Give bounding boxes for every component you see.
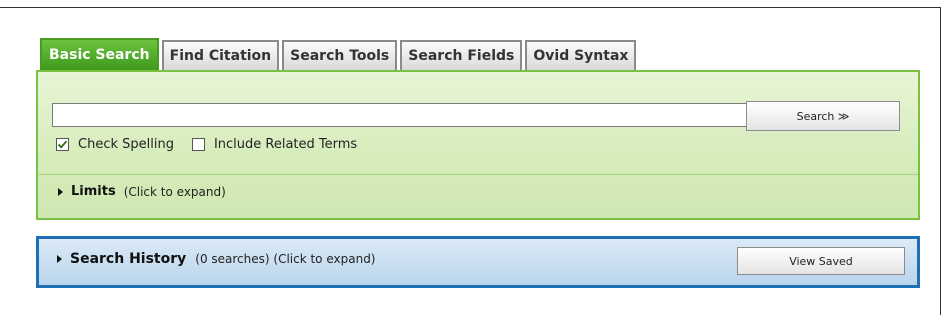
search-tabs: Basic Search Find Citation Search Tools … — [40, 38, 637, 70]
tab-search-tools[interactable]: Search Tools — [282, 40, 398, 70]
check-spelling-checkbox[interactable] — [56, 138, 69, 151]
expand-triangle-icon — [57, 255, 62, 263]
include-related-terms-label: Include Related Terms — [213, 137, 358, 152]
search-options: Check Spelling Include Related Terms — [56, 137, 375, 152]
panel-divider — [38, 174, 918, 175]
search-history-hint: (0 searches) (Click to expand) — [195, 252, 376, 266]
search-input[interactable] — [52, 103, 776, 127]
tab-ovid-syntax[interactable]: Ovid Syntax — [525, 40, 637, 70]
include-related-terms-checkbox[interactable] — [191, 138, 205, 151]
search-history-toggle[interactable]: Search History (0 searches) (Click to ex… — [57, 251, 376, 267]
limits-title: Limits — [71, 184, 116, 199]
checkmark-icon — [57, 140, 68, 149]
check-spelling-label: Check Spelling — [78, 137, 174, 152]
view-saved-button[interactable]: View Saved — [737, 247, 905, 275]
expand-triangle-icon — [58, 187, 63, 196]
tab-search-fields[interactable]: Search Fields — [400, 40, 523, 70]
tab-find-citation[interactable]: Find Citation — [161, 40, 280, 70]
tab-basic-search[interactable]: Basic Search — [40, 38, 159, 70]
search-history-panel: Search History (0 searches) (Click to ex… — [36, 236, 920, 288]
limits-hint: (Click to expand) — [123, 184, 226, 199]
search-button[interactable]: Search ≫ — [746, 101, 900, 131]
basic-search-panel: Search ≫ Check Spelling Include Related … — [36, 70, 920, 220]
limits-toggle[interactable]: Limits (Click to expand) — [58, 184, 226, 199]
search-history-title: Search History — [70, 251, 187, 267]
